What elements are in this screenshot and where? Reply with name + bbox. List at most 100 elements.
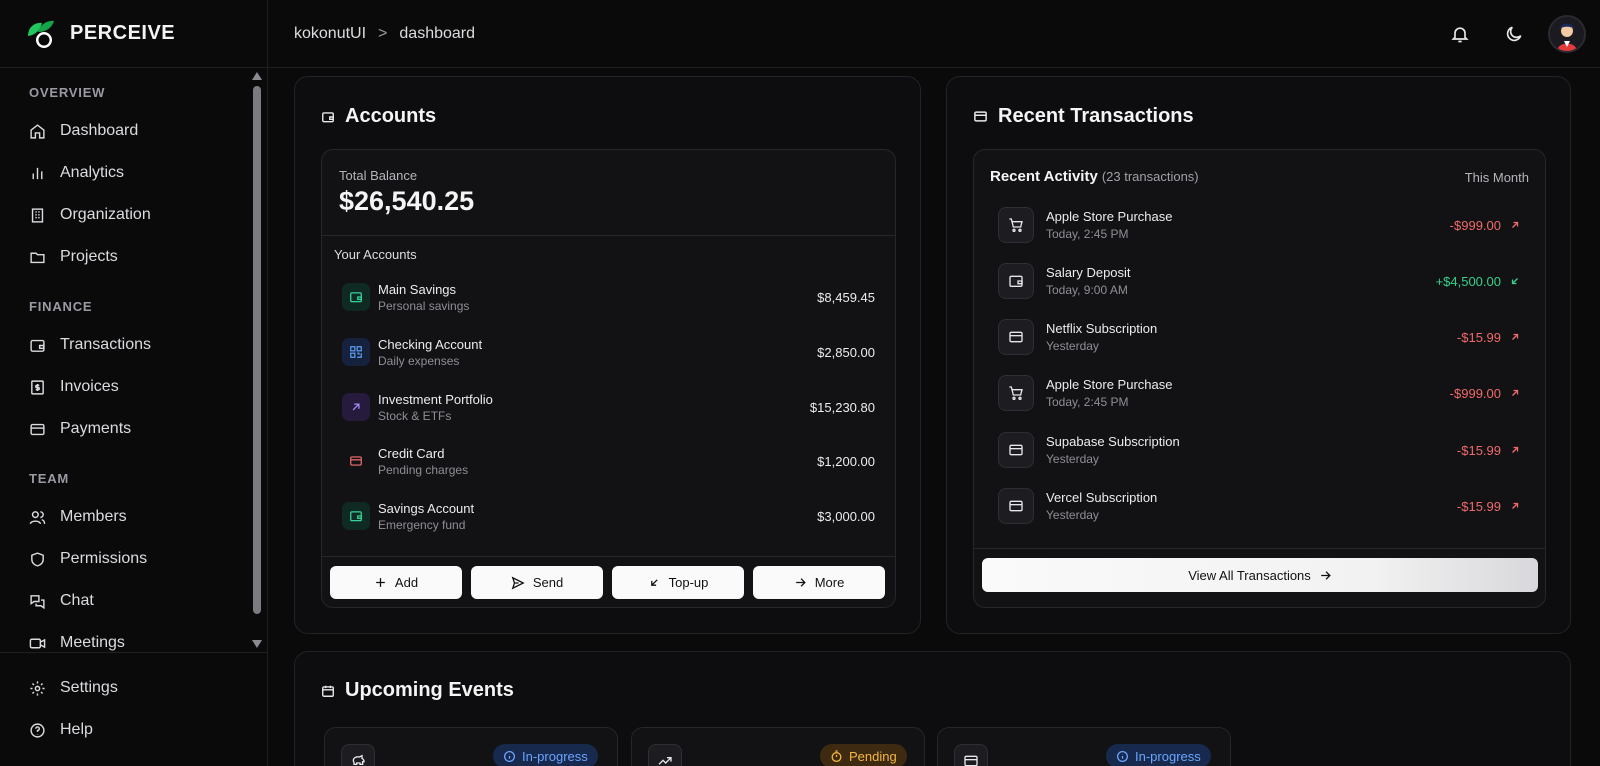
arrow-down-left-icon (650, 579, 658, 586)
transaction-time: Today, 2:45 PM (1046, 395, 1129, 409)
view-all-label: View All Transactions (1188, 567, 1311, 583)
transaction-time: Yesterday (1046, 339, 1099, 353)
scroll-thumb[interactable] (253, 86, 261, 614)
accounts-card: Total Balance $26,540.25 Your Accounts M… (321, 149, 896, 608)
sidebar-item-label: Members (60, 508, 127, 525)
timer-icon (831, 749, 842, 762)
cart-icon (998, 207, 1034, 243)
status-badge-label: In-progress (522, 748, 588, 764)
sidebar-item-label: Settings (60, 679, 118, 696)
account-row-savings[interactable]: Savings Account Emergency fund $3,000.00 (342, 496, 875, 536)
topup-button-label: Top-up (668, 575, 709, 590)
avatar-image-icon (1550, 17, 1584, 51)
scroll-up-arrow-icon[interactable] (252, 72, 262, 80)
sidebar-item-label: Invoices (60, 378, 119, 395)
sidebar-item-organization[interactable]: Organization (29, 194, 268, 236)
sidebar-item-chat[interactable]: Chat (29, 580, 268, 622)
section-title-overview: OVERVIEW (29, 85, 106, 100)
send-button[interactable]: Send (471, 566, 603, 599)
transaction-amount-value: -$999.00 (1449, 385, 1501, 401)
account-row-main-savings[interactable]: Main Savings Personal savings $8,459.45 (342, 277, 875, 317)
chat-icon (30, 594, 45, 609)
transaction-amount: +$4,500.00 (1436, 274, 1521, 289)
account-amount: $2,850.00 (817, 344, 875, 360)
account-amount: $3,000.00 (817, 508, 875, 524)
info-icon (503, 750, 516, 762)
breadcrumb-root[interactable]: kokonutUI (294, 25, 366, 43)
sidebar-item-invoices[interactable]: Invoices (29, 366, 268, 408)
arrow-up-right-icon (1512, 333, 1519, 340)
transaction-amount: -$15.99 (1457, 443, 1521, 458)
account-row-investment[interactable]: Investment Portfolio Stock & ETFs $15,23… (342, 387, 875, 427)
notifications-button[interactable] (1440, 14, 1480, 54)
account-actions: Add Send Top-up More (330, 566, 885, 599)
recent-transactions-panel: Recent Transactions Recent Activity (23 t… (946, 76, 1571, 634)
transaction-row[interactable]: Vercel Subscription Yesterday -$15.99 (998, 486, 1521, 526)
credit-card-icon (954, 744, 988, 766)
sidebar-item-analytics[interactable]: Analytics (29, 152, 268, 194)
calendar-icon (322, 685, 334, 697)
section-title-team: TEAM (29, 471, 70, 486)
account-row-credit-card[interactable]: Credit Card Pending charges $1,200.00 (342, 441, 875, 481)
transaction-row[interactable]: Netflix Subscription Yesterday -$15.99 (998, 317, 1521, 357)
wallet-icon (342, 283, 370, 311)
section-title-finance: FINANCE (29, 299, 93, 314)
sidebar-item-label: Permissions (60, 550, 148, 567)
account-subtitle: Emergency fund (378, 517, 466, 532)
sidebar-item-settings[interactable]: Settings (29, 667, 268, 709)
brand-logo-icon (24, 18, 56, 50)
transaction-row[interactable]: Supabase Subscription Yesterday -$15.99 (998, 430, 1521, 470)
overview-section: OVERVIEW Dashboard Analytics Organizatio… (0, 68, 268, 278)
brand-name: PERCEIVE (70, 22, 176, 44)
upcoming-events-title: Upcoming Events (321, 679, 514, 702)
event-card[interactable]: Pending (631, 727, 925, 766)
total-balance-label: Total Balance (339, 168, 418, 183)
scroll-down-arrow-icon[interactable] (252, 640, 262, 648)
sidebar-item-label: Organization (60, 206, 151, 223)
credit-card-icon (30, 423, 45, 435)
avatar[interactable] (1548, 15, 1586, 53)
account-name: Credit Card (378, 445, 445, 461)
period-selector[interactable]: This Month (1465, 170, 1529, 185)
sidebar-item-dashboard[interactable]: Dashboard (29, 110, 268, 152)
sidebar-item-label: Dashboard (60, 122, 139, 139)
account-name: Main Savings (378, 281, 457, 297)
credit-card-icon (998, 432, 1034, 468)
add-button[interactable]: Add (330, 566, 462, 599)
status-badge: Pending (820, 744, 907, 766)
accounts-title-text: Accounts (345, 105, 437, 127)
view-all-transactions-button[interactable]: View All Transactions (982, 558, 1538, 592)
arrow-right-icon (1320, 570, 1331, 580)
your-accounts-heading: Your Accounts (334, 247, 417, 262)
plus-icon (376, 578, 385, 587)
sidebar-item-transactions[interactable]: Transactions (29, 324, 268, 366)
divider (322, 556, 895, 557)
sidebar-item-permissions[interactable]: Permissions (29, 538, 268, 580)
sidebar-scrollbar[interactable] (251, 70, 263, 650)
transaction-row[interactable]: Apple Store Purchase Today, 2:45 PM -$99… (998, 373, 1521, 413)
account-row-checking[interactable]: Checking Account Daily expenses $2,850.0… (342, 332, 875, 372)
transaction-amount: -$999.00 (1450, 386, 1521, 401)
event-card[interactable]: In-progress (937, 727, 1231, 766)
sidebar-item-meetings[interactable]: Meetings (29, 622, 268, 652)
theme-toggle-button[interactable] (1494, 14, 1534, 54)
account-amount: $8,459.45 (817, 289, 875, 305)
arrow-up-right-icon (1512, 389, 1519, 396)
transaction-amount-value: +$4,500.00 (1435, 273, 1501, 289)
more-button[interactable]: More (753, 566, 885, 599)
info-icon (1116, 750, 1129, 762)
topup-button[interactable]: Top-up (612, 566, 744, 599)
transaction-name: Salary Deposit (1046, 265, 1131, 280)
brand[interactable]: PERCEIVE (0, 0, 267, 68)
sidebar-item-projects[interactable]: Projects (29, 236, 268, 278)
transaction-row[interactable]: Apple Store Purchase Today, 2:45 PM -$99… (998, 205, 1521, 245)
event-card[interactable]: In-progress (324, 727, 618, 766)
sidebar-item-payments[interactable]: Payments (29, 408, 268, 450)
transaction-amount-value: -$15.99 (1456, 498, 1501, 514)
credit-card-icon (998, 488, 1034, 524)
wallet-icon (322, 111, 334, 122)
sidebar-item-label: Payments (60, 420, 132, 437)
sidebar-item-members[interactable]: Members (29, 496, 268, 538)
sidebar-item-help[interactable]: Help (29, 709, 268, 751)
transaction-row[interactable]: Salary Deposit Today, 9:00 AM +$4,500.00 (998, 261, 1521, 301)
